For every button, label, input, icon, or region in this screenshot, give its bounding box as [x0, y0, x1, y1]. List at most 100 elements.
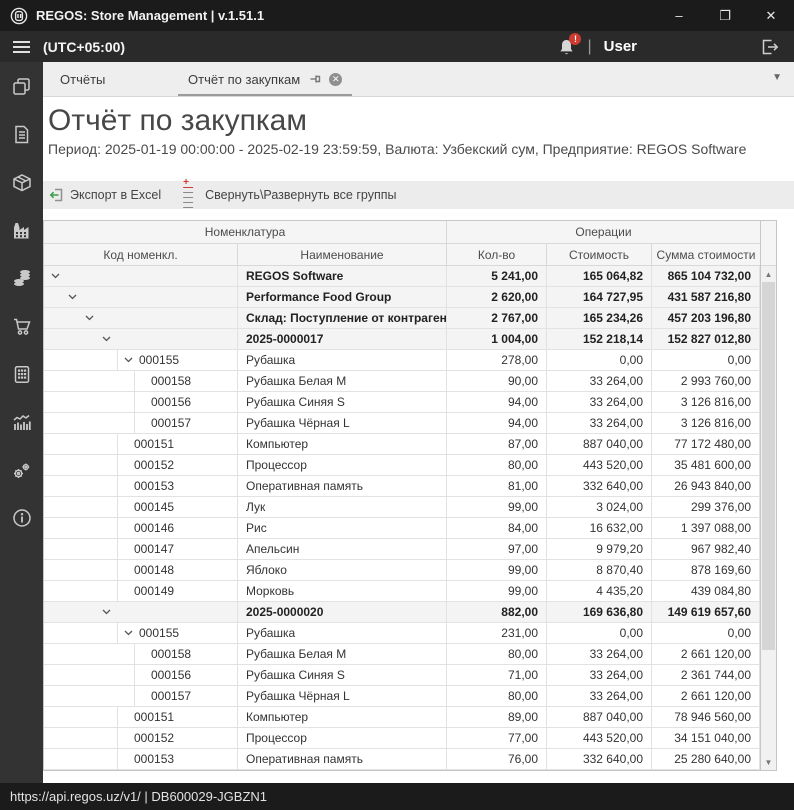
- group-row[interactable]: Performance Food Group 2 620,00 164 727,95…: [44, 287, 760, 308]
- close-button[interactable]: ✕: [748, 0, 794, 31]
- table-row[interactable]: 000148 Яблоко 99,00 8 870,40 878 169,60: [44, 560, 760, 581]
- name-cell: Рис: [238, 518, 447, 538]
- collapse-chevron-icon[interactable]: [85, 315, 94, 321]
- sidebar-item-statistics[interactable]: [0, 398, 43, 446]
- group-row[interactable]: Склад: Поступление от контрагента 2 767,0…: [44, 308, 760, 329]
- collapse-chevron-icon[interactable]: [68, 294, 77, 300]
- tab-list-dropdown-icon[interactable]: ▼: [772, 72, 782, 83]
- collapse-chevron-icon[interactable]: [102, 336, 111, 342]
- collapse-expand-groups-button[interactable]: + — — — — — Свернуть\Развернуть все груп…: [183, 178, 397, 213]
- table-row[interactable]: 000151 Компьютер 89,00 887 040,00 78 946 560…: [44, 707, 760, 728]
- qty-cell: 5 241,00: [447, 266, 547, 286]
- maximize-button[interactable]: ❐: [702, 0, 748, 31]
- name-cell: Рубашка Белая М: [238, 371, 447, 391]
- table-row[interactable]: 000152 Процессор 77,00 443 520,00 34 151 040…: [44, 728, 760, 749]
- sidebar-item-finance[interactable]: [0, 254, 43, 302]
- code-cell: 000158: [44, 371, 238, 391]
- group-row[interactable]: 2025-0000020 882,00 169 636,80 149 619 657,…: [44, 602, 760, 623]
- scrollbar-thumb[interactable]: [762, 282, 775, 651]
- sidebar-item-settings[interactable]: [0, 446, 43, 494]
- name-cell: Рубашка Синяя S: [238, 392, 447, 412]
- column-header[interactable]: Стоимость: [547, 244, 652, 265]
- qty-cell: 81,00: [447, 476, 547, 496]
- cost-cell: 33 264,00: [547, 371, 652, 391]
- sum-cell: 967 982,40: [652, 539, 760, 559]
- band-header-nomenclature[interactable]: Номенклатура: [44, 221, 447, 243]
- table-row[interactable]: 000158 Рубашка Белая М 90,00 33 264,00 2 993…: [44, 371, 760, 392]
- table-row[interactable]: 000147 Апельсин 97,00 9 979,20 967 982,40: [44, 539, 760, 560]
- sidebar-item-enterprise[interactable]: [0, 206, 43, 254]
- notifications-bell-icon[interactable]: !: [558, 32, 582, 56]
- cost-cell: 33 264,00: [547, 665, 652, 685]
- table-row[interactable]: 000149 Морковь 99,00 4 435,20 439 084,80: [44, 581, 760, 602]
- cost-cell: 0,00: [547, 350, 652, 370]
- code-cell: 000145: [44, 497, 238, 517]
- name-cell: Процессор: [238, 728, 447, 748]
- user-label[interactable]: User: [604, 38, 637, 55]
- cost-cell: 33 264,00: [547, 413, 652, 433]
- report-toolbar: Экспорт в Excel + — — — — — Свернуть\Раз…: [43, 178, 794, 213]
- hamburger-menu-icon[interactable]: [0, 40, 43, 53]
- scrollbar-track[interactable]: [761, 282, 776, 754]
- pin-icon[interactable]: [309, 73, 322, 85]
- scroll-up-icon[interactable]: ▲: [761, 266, 776, 282]
- collapse-chevron-icon[interactable]: [124, 357, 133, 363]
- column-header[interactable]: Код номенкл.: [44, 244, 238, 265]
- cost-cell: 332 640,00: [547, 749, 652, 769]
- table-row[interactable]: 000145 Лук 99,00 3 024,00 299 376,00: [44, 497, 760, 518]
- table-row[interactable]: 000158 Рубашка Белая М 80,00 33 264,00 2 661…: [44, 644, 760, 665]
- name-cell: 2025-0000020: [238, 602, 447, 622]
- name-cell: Склад: Поступление от контрагента: [238, 308, 447, 328]
- scroll-down-icon[interactable]: ▼: [761, 754, 776, 770]
- sidebar-item-products[interactable]: [0, 158, 43, 206]
- column-header[interactable]: Сумма стоимости: [652, 244, 760, 265]
- sidebar-item-documents[interactable]: [0, 110, 43, 158]
- tab-close-icon[interactable]: ✕: [329, 72, 343, 86]
- export-excel-button[interactable]: Экспорт в Excel: [48, 187, 161, 203]
- table-row[interactable]: 000156 Рубашка Синяя S 71,00 33 264,00 2 361…: [44, 665, 760, 686]
- qty-cell: 2 767,00: [447, 308, 547, 328]
- sidebar-item-terminal[interactable]: [0, 350, 43, 398]
- vertical-scrollbar[interactable]: ▲ ▼: [760, 221, 776, 770]
- table-column-headers: Код номенкл. Наименование Кол-во Стоимость С…: [44, 244, 760, 266]
- sidebar-item-sales[interactable]: [0, 302, 43, 350]
- table-row[interactable]: 000157 Рубашка Чёрная L 80,00 33 264,00 2 66…: [44, 686, 760, 707]
- table-row[interactable]: 000155 Рубашка 231,00 0,00 0,00: [44, 623, 760, 644]
- table-row[interactable]: 000155 Рубашка 278,00 0,00 0,00: [44, 350, 760, 371]
- export-excel-label: Экспорт в Excel: [70, 188, 162, 202]
- group-row[interactable]: 2025-0000017 1 004,00 152 218,14 152 827 01…: [44, 329, 760, 350]
- tab-reports[interactable]: Отчёты: [48, 62, 148, 96]
- collapse-chevron-icon[interactable]: [124, 630, 133, 636]
- table-row[interactable]: 000153 Оперативная память 81,00 332 640,00 2…: [44, 476, 760, 497]
- code-cell: 000152: [44, 455, 238, 475]
- sidebar-item-copy[interactable]: [0, 62, 43, 110]
- table-row[interactable]: 000157 Рубашка Чёрная L 94,00 33 264,00 3 12…: [44, 413, 760, 434]
- band-header-operations[interactable]: Операции: [447, 221, 760, 243]
- code-cell: [44, 308, 238, 328]
- table-band-header: Номенклатура Операции: [44, 221, 760, 244]
- code-cell: 000157: [44, 686, 238, 706]
- cost-cell: 33 264,00: [547, 644, 652, 664]
- tab-purchase-report[interactable]: Отчёт по закупкам ✕: [176, 62, 354, 96]
- table-row[interactable]: 000146 Рис 84,00 16 632,00 1 397 088,00: [44, 518, 760, 539]
- sum-cell: 878 169,60: [652, 560, 760, 580]
- cost-cell: 887 040,00: [547, 434, 652, 454]
- code-cell: 000148: [44, 560, 238, 580]
- sidebar-item-info[interactable]: [0, 494, 43, 542]
- table-row[interactable]: 000153 Оперативная память 76,00 332 640,00 2…: [44, 749, 760, 770]
- code-cell: 000156: [44, 665, 238, 685]
- column-header[interactable]: Наименование: [238, 244, 447, 265]
- logout-icon[interactable]: [759, 37, 780, 57]
- column-header[interactable]: Кол-во: [447, 244, 547, 265]
- table-row[interactable]: 000152 Процессор 80,00 443 520,00 35 481 600…: [44, 455, 760, 476]
- cost-cell: 0,00: [547, 623, 652, 643]
- qty-cell: 77,00: [447, 728, 547, 748]
- table-row[interactable]: 000151 Компьютер 87,00 887 040,00 77 172 480…: [44, 434, 760, 455]
- table-row[interactable]: 000156 Рубашка Синяя S 94,00 33 264,00 3 126…: [44, 392, 760, 413]
- minimize-button[interactable]: –: [656, 0, 702, 31]
- collapse-chevron-icon[interactable]: [102, 609, 111, 615]
- collapse-expand-label: Свернуть\Развернуть все группы: [205, 188, 397, 202]
- collapse-chevron-icon[interactable]: [51, 273, 60, 279]
- qty-cell: 278,00: [447, 350, 547, 370]
- group-row[interactable]: REGOS Software 5 241,00 165 064,82 865 104 …: [44, 266, 760, 287]
